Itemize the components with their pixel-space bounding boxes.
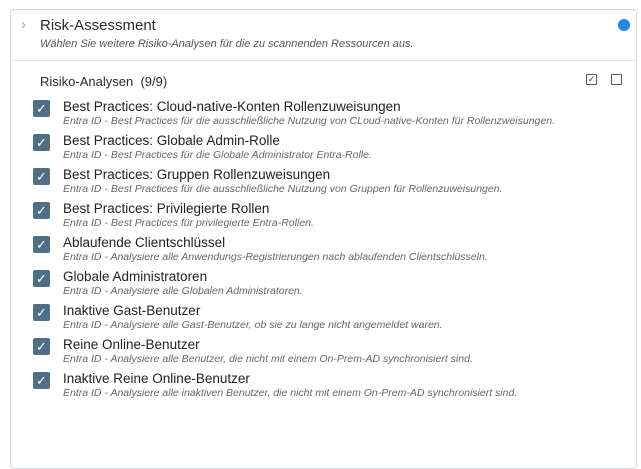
analysis-item[interactable]: ✓ Reine Online-Benutzer Entra ID - Analysi… (33, 337, 623, 365)
checkbox-checked-icon[interactable]: ✓ (33, 338, 50, 355)
section-header: Risiko-Analysen (9/9) ✓ (11, 61, 636, 101)
analysis-item[interactable]: ✓ Globale Administratoren Entra ID - Analy… (33, 269, 623, 297)
analysis-item-description: Entra ID - Analysiere alle Globalen Admi… (63, 285, 303, 297)
checkbox-checked-icon[interactable]: ✓ (33, 202, 50, 219)
analysis-item[interactable]: ✓ Best Practices: Cloud-native-Konten Rol… (33, 99, 623, 127)
analysis-item-title: Best Practices: Cloud-native-Konten Roll… (63, 99, 401, 114)
analysis-item-title: Ablaufende Clientschlüssel (63, 235, 226, 250)
analysis-item-description: Entra ID - Best Practices für die aussch… (63, 183, 503, 195)
select-all-icon[interactable]: ✓ (586, 74, 597, 85)
analysis-item-title: Inaktive Gast-Benutzer (63, 303, 201, 318)
checkbox-checked-icon[interactable]: ✓ (33, 168, 50, 185)
analysis-item-title: Best Practices: Privilegierte Rollen (63, 201, 270, 216)
section-label: Risiko-Analysen (40, 74, 134, 89)
checkbox-checked-icon[interactable]: ✓ (33, 100, 50, 117)
analysis-item[interactable]: ✓ Best Practices: Privilegierte Rollen Ent… (33, 201, 623, 229)
checkbox-checked-icon[interactable]: ✓ (33, 134, 50, 151)
analysis-item-description: Entra ID - Best Practices für privilegie… (63, 217, 314, 229)
selection-tools: ✓ (586, 74, 622, 85)
analysis-item-title: Best Practices: Gruppen Rollenzuweisunge… (63, 167, 331, 182)
analysis-item-description: Entra ID - Analysiere alle inaktiven Ben… (63, 387, 518, 399)
analysis-item-title: Inaktive Reine Online-Benutzer (63, 371, 250, 386)
checkbox-checked-icon[interactable]: ✓ (33, 236, 50, 253)
analysis-item-title: Best Practices: Globale Admin-Rolle (63, 133, 280, 148)
analysis-item-description: Entra ID - Analysiere alle Gast-Benutzer… (63, 319, 443, 331)
checkbox-checked-icon[interactable]: ✓ (33, 270, 50, 287)
analysis-item-description: Entra ID - Best Practices für die Global… (63, 149, 372, 161)
status-dot-icon (618, 19, 630, 31)
checkbox-checked-icon[interactable]: ✓ (33, 304, 50, 321)
section-count: (9/9) (140, 74, 168, 89)
panel-subtitle: Wählen Sie weitere Risiko-Analysen für d… (40, 38, 414, 50)
analysis-item[interactable]: ✓ Inaktive Gast-Benutzer Entra ID - Analys… (33, 303, 623, 331)
analysis-item-title: Globale Administratoren (63, 269, 208, 284)
analysis-item-title: Reine Online-Benutzer (63, 337, 200, 352)
section-title: Risiko-Analysen (9/9) (40, 74, 167, 89)
analysis-item[interactable]: ✓ Best Practices: Gruppen Rollenzuweisung… (33, 167, 623, 195)
chevron-right-icon[interactable]: › (21, 17, 26, 33)
analysis-item-description: Entra ID - Analysiere alle Benutzer, die… (63, 353, 473, 365)
panel-title: Risk-Assessment (40, 17, 156, 34)
checkbox-checked-icon[interactable]: ✓ (33, 372, 50, 389)
select-none-icon[interactable] (611, 74, 622, 85)
panel-header[interactable]: › Risk-Assessment Wählen Sie weitere Ris… (11, 10, 636, 61)
analysis-item-description: Entra ID - Analysiere alle Anwendungs-Re… (63, 251, 488, 263)
analysis-list: ✓ Best Practices: Cloud-native-Konten Rol… (33, 99, 623, 405)
analysis-item[interactable]: ✓ Ablaufende Clientschlüssel Entra ID - An… (33, 235, 623, 263)
analysis-item-description: Entra ID - Best Practices für die aussch… (63, 115, 555, 127)
analysis-item[interactable]: ✓ Inaktive Reine Online-Benutzer Entra ID … (33, 371, 623, 399)
analysis-item[interactable]: ✓ Best Practices: Globale Admin-Rolle Entr… (33, 133, 623, 161)
